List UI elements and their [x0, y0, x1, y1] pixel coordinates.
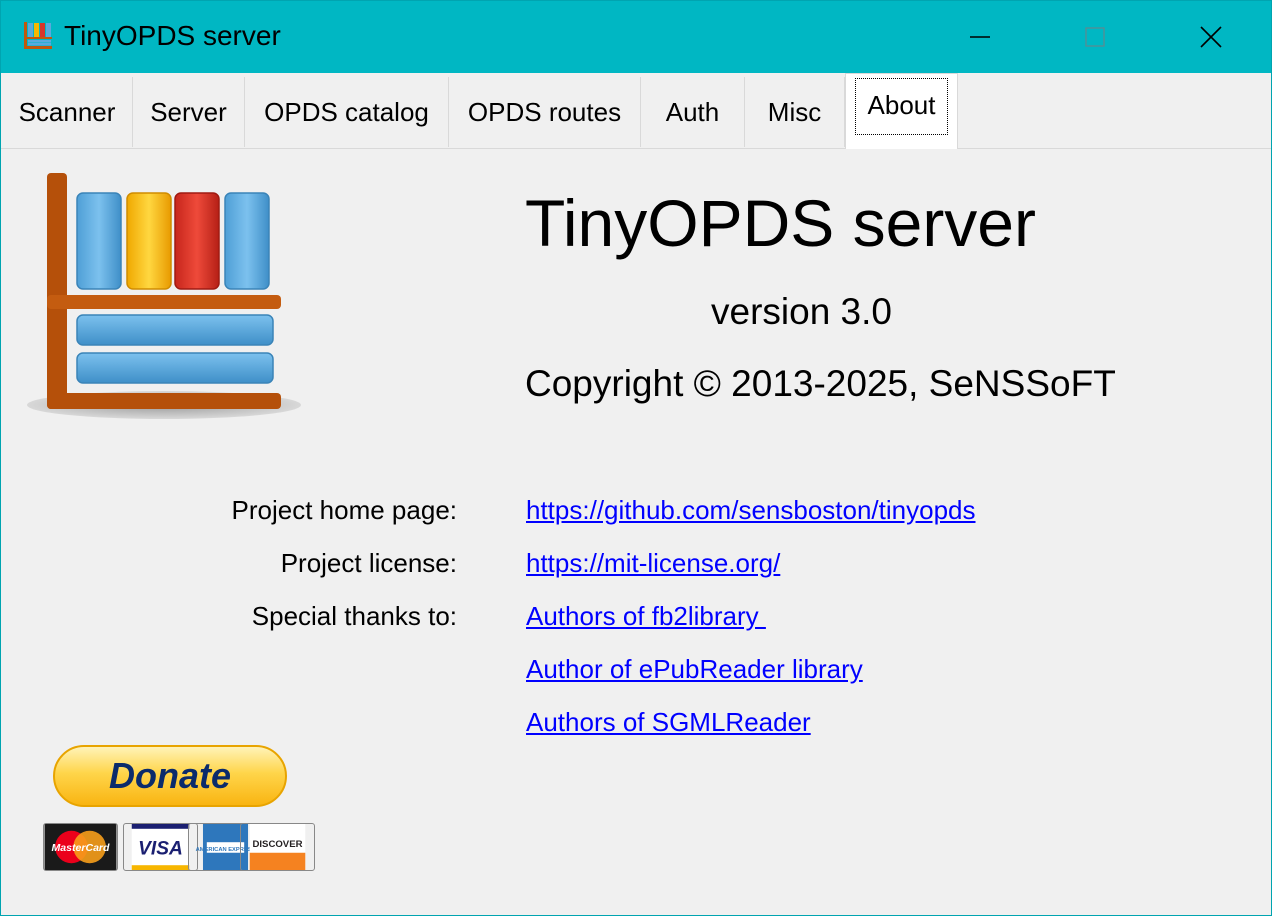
thanks-link-sgmlreader[interactable]: Authors of SGMLReader	[526, 707, 811, 738]
copyright-text: Copyright © 2013-2025, SeNSSoFT	[525, 363, 1116, 404]
title-bar[interactable]: TinyOPDS server	[1, 1, 1271, 73]
tab-opds-catalog[interactable]: OPDS catalog	[245, 77, 449, 147]
thanks-link-epubreader[interactable]: Author of ePubReader library	[526, 654, 863, 685]
discover-icon: DISCOVER	[240, 823, 315, 871]
tab-label: OPDS catalog	[264, 96, 429, 127]
visa-icon: VISA	[123, 823, 198, 871]
tab-label: Server	[150, 96, 227, 127]
minimize-button[interactable]	[922, 1, 1038, 73]
close-button[interactable]	[1153, 1, 1269, 73]
tab-label: Scanner	[18, 96, 116, 127]
about-panel: TinyOPDS server version 3.0 Copyright © …	[1, 149, 1271, 915]
license-label: Project license:	[280, 548, 457, 578]
tab-opds-routes[interactable]: OPDS routes	[449, 77, 641, 147]
donate-label: Donate	[108, 755, 231, 796]
thanks-label: Special thanks to:	[251, 601, 457, 631]
donate-button[interactable]: Donate	[53, 745, 287, 807]
tab-label: Auth	[665, 96, 720, 127]
tab-about[interactable]: About	[845, 73, 958, 149]
close-icon	[1200, 26, 1222, 48]
home-page-label: Project home page:	[231, 495, 457, 525]
license-link[interactable]: https://mit-license.org/	[526, 548, 780, 579]
tab-misc[interactable]: Misc	[745, 77, 845, 147]
tab-scanner[interactable]: Scanner	[2, 77, 133, 147]
window-title: TinyOPDS server	[64, 20, 281, 51]
tab-server[interactable]: Server	[133, 77, 245, 147]
tab-strip: Scanner Server OPDS catalog OPDS routes …	[1, 73, 1271, 149]
maximize-button[interactable]	[1037, 1, 1153, 73]
maximize-icon	[1085, 27, 1105, 47]
version-text: version 3.0	[711, 291, 892, 332]
tab-label: About	[854, 78, 949, 135]
svg-text:MasterCard: MasterCard	[52, 842, 111, 854]
minimize-icon	[970, 36, 990, 38]
tab-auth[interactable]: Auth	[641, 77, 745, 147]
svg-text:DISCOVER: DISCOVER	[252, 839, 302, 850]
tab-label: OPDS routes	[467, 96, 622, 127]
bookshelf-app-icon	[24, 22, 52, 49]
tab-label: Misc	[767, 96, 822, 127]
mastercard-icon: MasterCard	[43, 823, 118, 871]
app-window: TinyOPDS server Scanner Server OPDS cata…	[0, 0, 1272, 916]
thanks-link-fb2library[interactable]: Authors of fb2library	[526, 601, 766, 632]
home-page-link[interactable]: https://github.com/sensboston/tinyopds	[526, 495, 976, 526]
bookshelf-logo-icon	[27, 173, 301, 419]
svg-text:VISA: VISA	[138, 839, 183, 860]
app-name-heading: TinyOPDS server	[525, 186, 1036, 260]
